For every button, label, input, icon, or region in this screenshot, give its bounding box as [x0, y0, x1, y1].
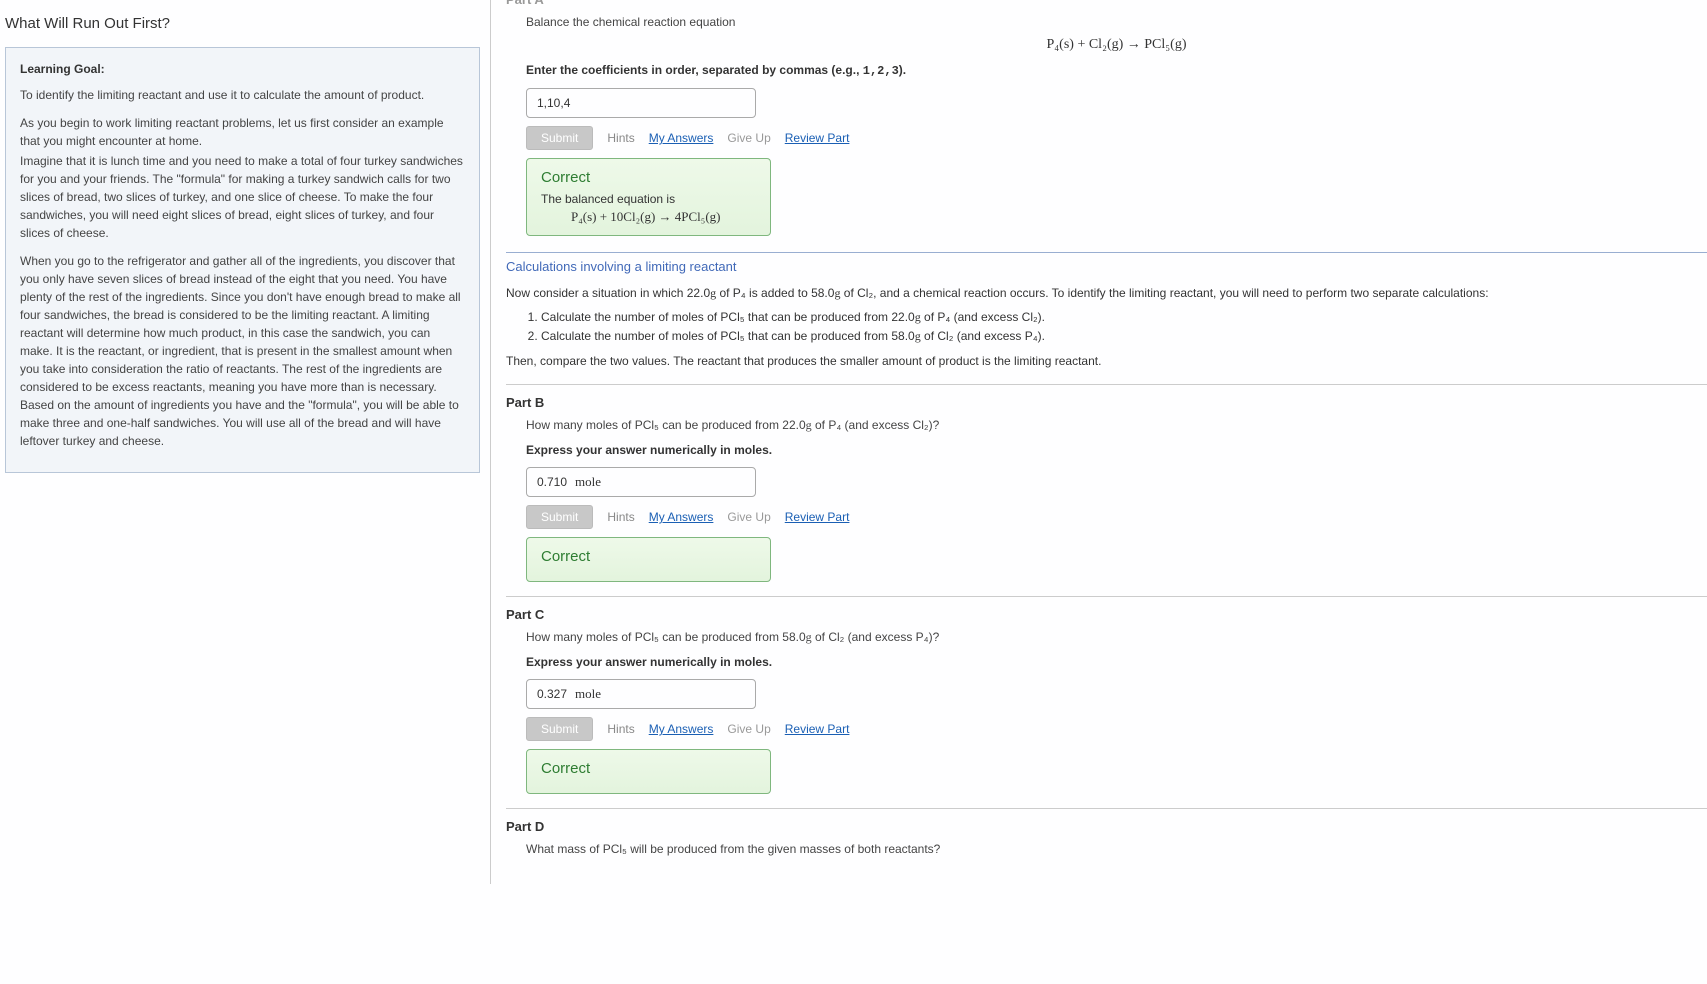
learning-goal-heading: Learning Goal:: [20, 60, 465, 78]
part-b-feedback: Correct: [526, 537, 771, 582]
part-d-question: What mass of PCl₅ will be produced from …: [526, 842, 1707, 856]
part-b-answer-field[interactable]: 0.710 mole: [526, 467, 756, 497]
give-up-link[interactable]: Give Up: [727, 722, 770, 736]
submit-button[interactable]: Submit: [526, 126, 593, 150]
divider: [506, 596, 1707, 597]
calc-steps-list: Calculate the number of moles of PCl₅ th…: [526, 310, 1707, 344]
give-up-link[interactable]: Give Up: [727, 510, 770, 524]
learning-p3: Imagine that it is lunch time and you ne…: [20, 152, 465, 242]
divider: [506, 384, 1707, 385]
part-a-equation: P₄(s) + Cl₂(g) → PCl₅(g): [526, 37, 1707, 53]
section2-intro: Now consider a situation in which 22.0g …: [506, 284, 1707, 302]
review-part-link[interactable]: Review Part: [785, 510, 850, 524]
my-answers-link[interactable]: My Answers: [649, 510, 714, 524]
review-part-link[interactable]: Review Part: [785, 722, 850, 736]
calc-step-2: Calculate the number of moles of PCl₅ th…: [541, 329, 1707, 344]
part-c-prompt: Express your answer numerically in moles…: [526, 655, 1707, 669]
part-c-answer-field[interactable]: 0.327 mole: [526, 679, 756, 709]
page-title: What Will Run Out First?: [5, 15, 480, 32]
learning-p4: When you go to the refrigerator and gath…: [20, 252, 465, 450]
submit-button[interactable]: Submit: [526, 717, 593, 741]
part-a-prompt: Enter the coefficients in order, separat…: [526, 63, 1707, 78]
calc-step-1: Calculate the number of moles of PCl₅ th…: [541, 310, 1707, 325]
feedback-title: Correct: [541, 760, 756, 777]
review-part-link[interactable]: Review Part: [785, 131, 850, 145]
learning-p2: As you begin to work limiting reactant p…: [20, 114, 465, 150]
part-b-question: How many moles of PCl₅ can be produced f…: [526, 418, 1707, 433]
learning-p1: To identify the limiting reactant and us…: [20, 86, 465, 104]
part-a-buttons: Submit Hints My Answers Give Up Review P…: [526, 126, 1707, 150]
feedback-title: Correct: [541, 548, 756, 565]
part-a-feedback: Correct The balanced equation is P₄(s) +…: [526, 158, 771, 236]
hints-link[interactable]: Hints: [607, 510, 634, 524]
part-c-buttons: Submit Hints My Answers Give Up Review P…: [526, 717, 1707, 741]
part-c-feedback: Correct: [526, 749, 771, 794]
give-up-link[interactable]: Give Up: [727, 131, 770, 145]
learning-goal-box: Learning Goal: To identify the limiting …: [5, 47, 480, 473]
part-b-title: Part B: [506, 395, 1707, 410]
part-d-title: Part D: [506, 819, 1707, 834]
part-a-instruction: Balance the chemical reaction equation: [526, 15, 1707, 29]
part-b-prompt: Express your answer numerically in moles…: [526, 443, 1707, 457]
section2-outro: Then, compare the two values. The reacta…: [506, 352, 1707, 370]
part-a-title: Part A: [506, 0, 1707, 7]
part-a-answer-field[interactable]: 1,10,4: [526, 88, 756, 118]
left-panel: What Will Run Out First? Learning Goal: …: [0, 0, 490, 884]
part-c-title: Part C: [506, 607, 1707, 622]
feedback-equation: P₄(s) + 10Cl₂(g) → 4PCl₅(g): [571, 209, 756, 225]
my-answers-link[interactable]: My Answers: [649, 131, 714, 145]
hints-link[interactable]: Hints: [607, 131, 634, 145]
divider: [506, 808, 1707, 809]
my-answers-link[interactable]: My Answers: [649, 722, 714, 736]
hints-link[interactable]: Hints: [607, 722, 634, 736]
feedback-title: Correct: [541, 169, 756, 186]
right-panel: Part A Balance the chemical reaction equ…: [490, 0, 1707, 884]
submit-button[interactable]: Submit: [526, 505, 593, 529]
part-b-buttons: Submit Hints My Answers Give Up Review P…: [526, 505, 1707, 529]
section-divider: [506, 252, 1707, 253]
part-c-question: How many moles of PCl₅ can be produced f…: [526, 630, 1707, 645]
section-title: Calculations involving a limiting reacta…: [506, 259, 1707, 274]
feedback-body: The balanced equation is: [541, 192, 756, 206]
